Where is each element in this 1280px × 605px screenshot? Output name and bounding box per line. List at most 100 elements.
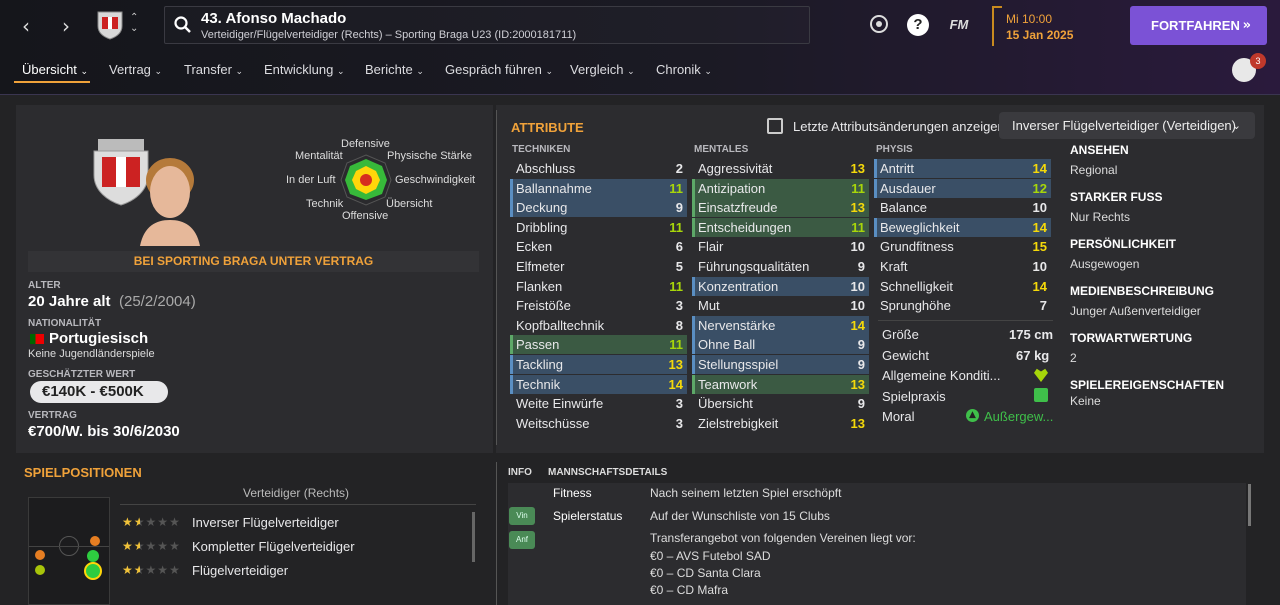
date-display[interactable]: Mi 10:00 15 Jan 2025 [992, 6, 1092, 46]
tag-vin[interactable]: Vin [509, 507, 535, 525]
attribute-row[interactable]: Antizipation 11 [692, 178, 869, 198]
pitch-halfway-line [29, 546, 109, 547]
tab-development[interactable]: Entwicklung ⌄ [264, 62, 345, 77]
help-icon[interactable]: ? [907, 14, 929, 36]
attribute-row[interactable]: Kopfballtechnik 8 [510, 316, 687, 335]
date-corner [992, 6, 1002, 16]
tag-anf[interactable]: Anf [509, 531, 535, 549]
club-crest-icon[interactable] [96, 8, 124, 40]
attribute-row[interactable]: Weitschüsse 3 [510, 414, 687, 433]
attribute-row[interactable]: Ohne Ball 9 [692, 335, 869, 355]
youth-caps: Keine Jugendländerspiele [28, 348, 155, 360]
role-row[interactable]: ★★★★★ Inverser Flügelverteidiger [120, 511, 475, 535]
attribute-row[interactable]: Führungsqualitäten 9 [692, 257, 869, 276]
attribute-value: 14 [1032, 219, 1047, 235]
tab-contract[interactable]: Vertrag ⌄ [109, 62, 162, 77]
tab-interaction[interactable]: Gespräch führen ⌄ [445, 62, 553, 77]
star-rating-icon: ★★★★★ [122, 515, 181, 529]
attribute-row[interactable]: Flair 10 [692, 237, 869, 256]
team-details-tab[interactable]: MANNSCHAFTSDETAILS [548, 467, 667, 478]
attribute-value: 10 [850, 239, 865, 255]
attribute-row[interactable]: Kraft 10 [874, 257, 1051, 276]
fm-logo-icon[interactable]: FM [946, 14, 972, 36]
continue-button[interactable]: FORTFAHREN » [1130, 6, 1267, 45]
attribute-row[interactable]: Mut 10 [692, 296, 869, 315]
attribute-row[interactable]: Zielstrebigkeit 13 [692, 414, 869, 433]
attribute-row[interactable]: Einsatzfreude 13 [692, 198, 869, 218]
attribute-row[interactable]: Konzentration 10 [692, 276, 869, 296]
match-practice-icon[interactable] [1034, 388, 1048, 402]
tab-overview[interactable]: Übersicht ⌄ [22, 62, 88, 77]
attribute-name: Einsatzfreude [698, 200, 778, 216]
attribute-value: 3 [675, 415, 683, 431]
attribute-row[interactable]: Balance 10 [874, 198, 1051, 217]
info-scrollbar[interactable] [1248, 484, 1251, 526]
player-title: 43. Afonso Machado [201, 10, 347, 27]
attribute-row[interactable]: Schnelligkeit 14 [874, 277, 1051, 296]
attribute-row[interactable]: Deckung 9 [510, 198, 687, 218]
attribute-row[interactable]: Nervenstärke 14 [692, 315, 869, 335]
attribute-row[interactable]: Passen 11 [510, 335, 687, 355]
attribute-row[interactable]: Weite Einwürfe 3 [510, 394, 687, 413]
role-row[interactable]: ★★★★★ Kompletter Flügelverteidiger [120, 535, 475, 559]
info-label: MEDIENBESCHREIBUNG [1070, 284, 1215, 298]
positions-title: SPIELPOSITIONEN [24, 465, 142, 480]
age-value: 20 Jahre alt [28, 293, 111, 310]
attribute-value: 14 [1032, 161, 1047, 176]
attr-changes-checkbox[interactable] [767, 118, 783, 134]
nationality-label: NATIONALITÄT [28, 318, 102, 329]
attribute-name: Weitschüsse [516, 415, 590, 431]
attribute-name: Grundfitness [880, 239, 954, 255]
attribute-row[interactable]: Freistöße 3 [510, 296, 687, 315]
roles-scrollbar[interactable] [472, 512, 475, 562]
morale-up-icon[interactable]: ▲ [966, 409, 979, 422]
value-badge[interactable]: €140K - €500K [30, 381, 168, 403]
morale-label: Moral [882, 409, 915, 424]
attribute-row[interactable]: Ballannahme 11 [510, 178, 687, 198]
tab-reports[interactable]: Berichte ⌄ [365, 62, 424, 77]
attribute-row[interactable]: Technik 14 [510, 374, 687, 394]
attribute-row[interactable]: Flanken 11 [510, 277, 687, 296]
info-label[interactable]: SPIELEREIGENSCHAFTEN [1070, 378, 1224, 392]
tab-history[interactable]: Chronik ⌄ [656, 62, 712, 77]
chevron-updown-icon[interactable]: ⌃ ⌄ [130, 12, 138, 34]
tab-compare[interactable]: Vergleich ⌄ [570, 62, 635, 77]
attribute-row[interactable]: Beweglichkeit 14 [874, 217, 1051, 237]
ball-icon[interactable] [868, 14, 890, 36]
attribute-row[interactable]: Sprunghöhe 7 [874, 296, 1051, 315]
attribute-row[interactable]: Teamwork 13 [692, 374, 869, 394]
contract-value[interactable]: €700/W. bis 30/6/2030 [28, 423, 180, 440]
position-pitch[interactable] [28, 497, 110, 605]
attribute-row[interactable]: Entscheidungen 11 [692, 217, 869, 237]
attribute-row[interactable]: Elfmeter 5 [510, 257, 687, 276]
back-arrow-icon[interactable]: ‹ [12, 12, 40, 40]
physical-header: PHYSIS [876, 144, 913, 155]
attribute-value: 15 [1032, 239, 1047, 255]
offer-item[interactable]: €0 – CD Santa Clara [650, 566, 761, 580]
attribute-row[interactable]: Tackling 13 [510, 355, 687, 374]
attribute-row[interactable]: Dribbling 11 [510, 218, 687, 237]
attribute-row[interactable]: Grundfitness 15 [874, 237, 1051, 256]
attribute-value: 9 [857, 337, 865, 353]
attribute-row[interactable]: Ecken 6 [510, 237, 687, 256]
role-select[interactable]: Inverser Flügelverteidiger (Verteidigen)… [999, 112, 1255, 139]
info-tab[interactable]: INFO [508, 467, 532, 478]
attribute-row[interactable]: Stellungsspiel 9 [692, 355, 869, 374]
tab-transfer[interactable]: Transfer ⌄ [184, 62, 243, 77]
radar-label-mentality: Mentalität [295, 150, 343, 162]
player-search-box[interactable]: 43. Afonso Machado Verteidiger/Flügelver… [164, 6, 810, 44]
attribute-name: Flanken [516, 278, 563, 294]
role-row[interactable]: ★★★★★ Flügelverteidiger [120, 559, 475, 583]
attribute-row[interactable]: Aggressivität 13 [692, 159, 869, 178]
attribute-name: Deckung [516, 200, 568, 216]
forward-arrow-icon[interactable]: › [52, 12, 80, 40]
fitness-value: Nach seinem letzten Spiel erschöpft [650, 486, 842, 500]
attribute-row[interactable]: Abschluss 2 [510, 159, 687, 178]
attribute-row[interactable]: Antritt 14 [874, 159, 1051, 178]
offer-item[interactable]: €0 – AVS Futebol SAD [650, 549, 771, 563]
offer-item[interactable]: €0 – CD Mafra [650, 583, 728, 597]
status-value: Auf der Wunschliste von 15 Clubs [650, 509, 830, 523]
attribute-row[interactable]: Übersicht 9 [692, 394, 869, 413]
nationality-value[interactable]: Portugiesisch [49, 330, 148, 347]
attribute-row[interactable]: Ausdauer 12 [874, 178, 1051, 198]
